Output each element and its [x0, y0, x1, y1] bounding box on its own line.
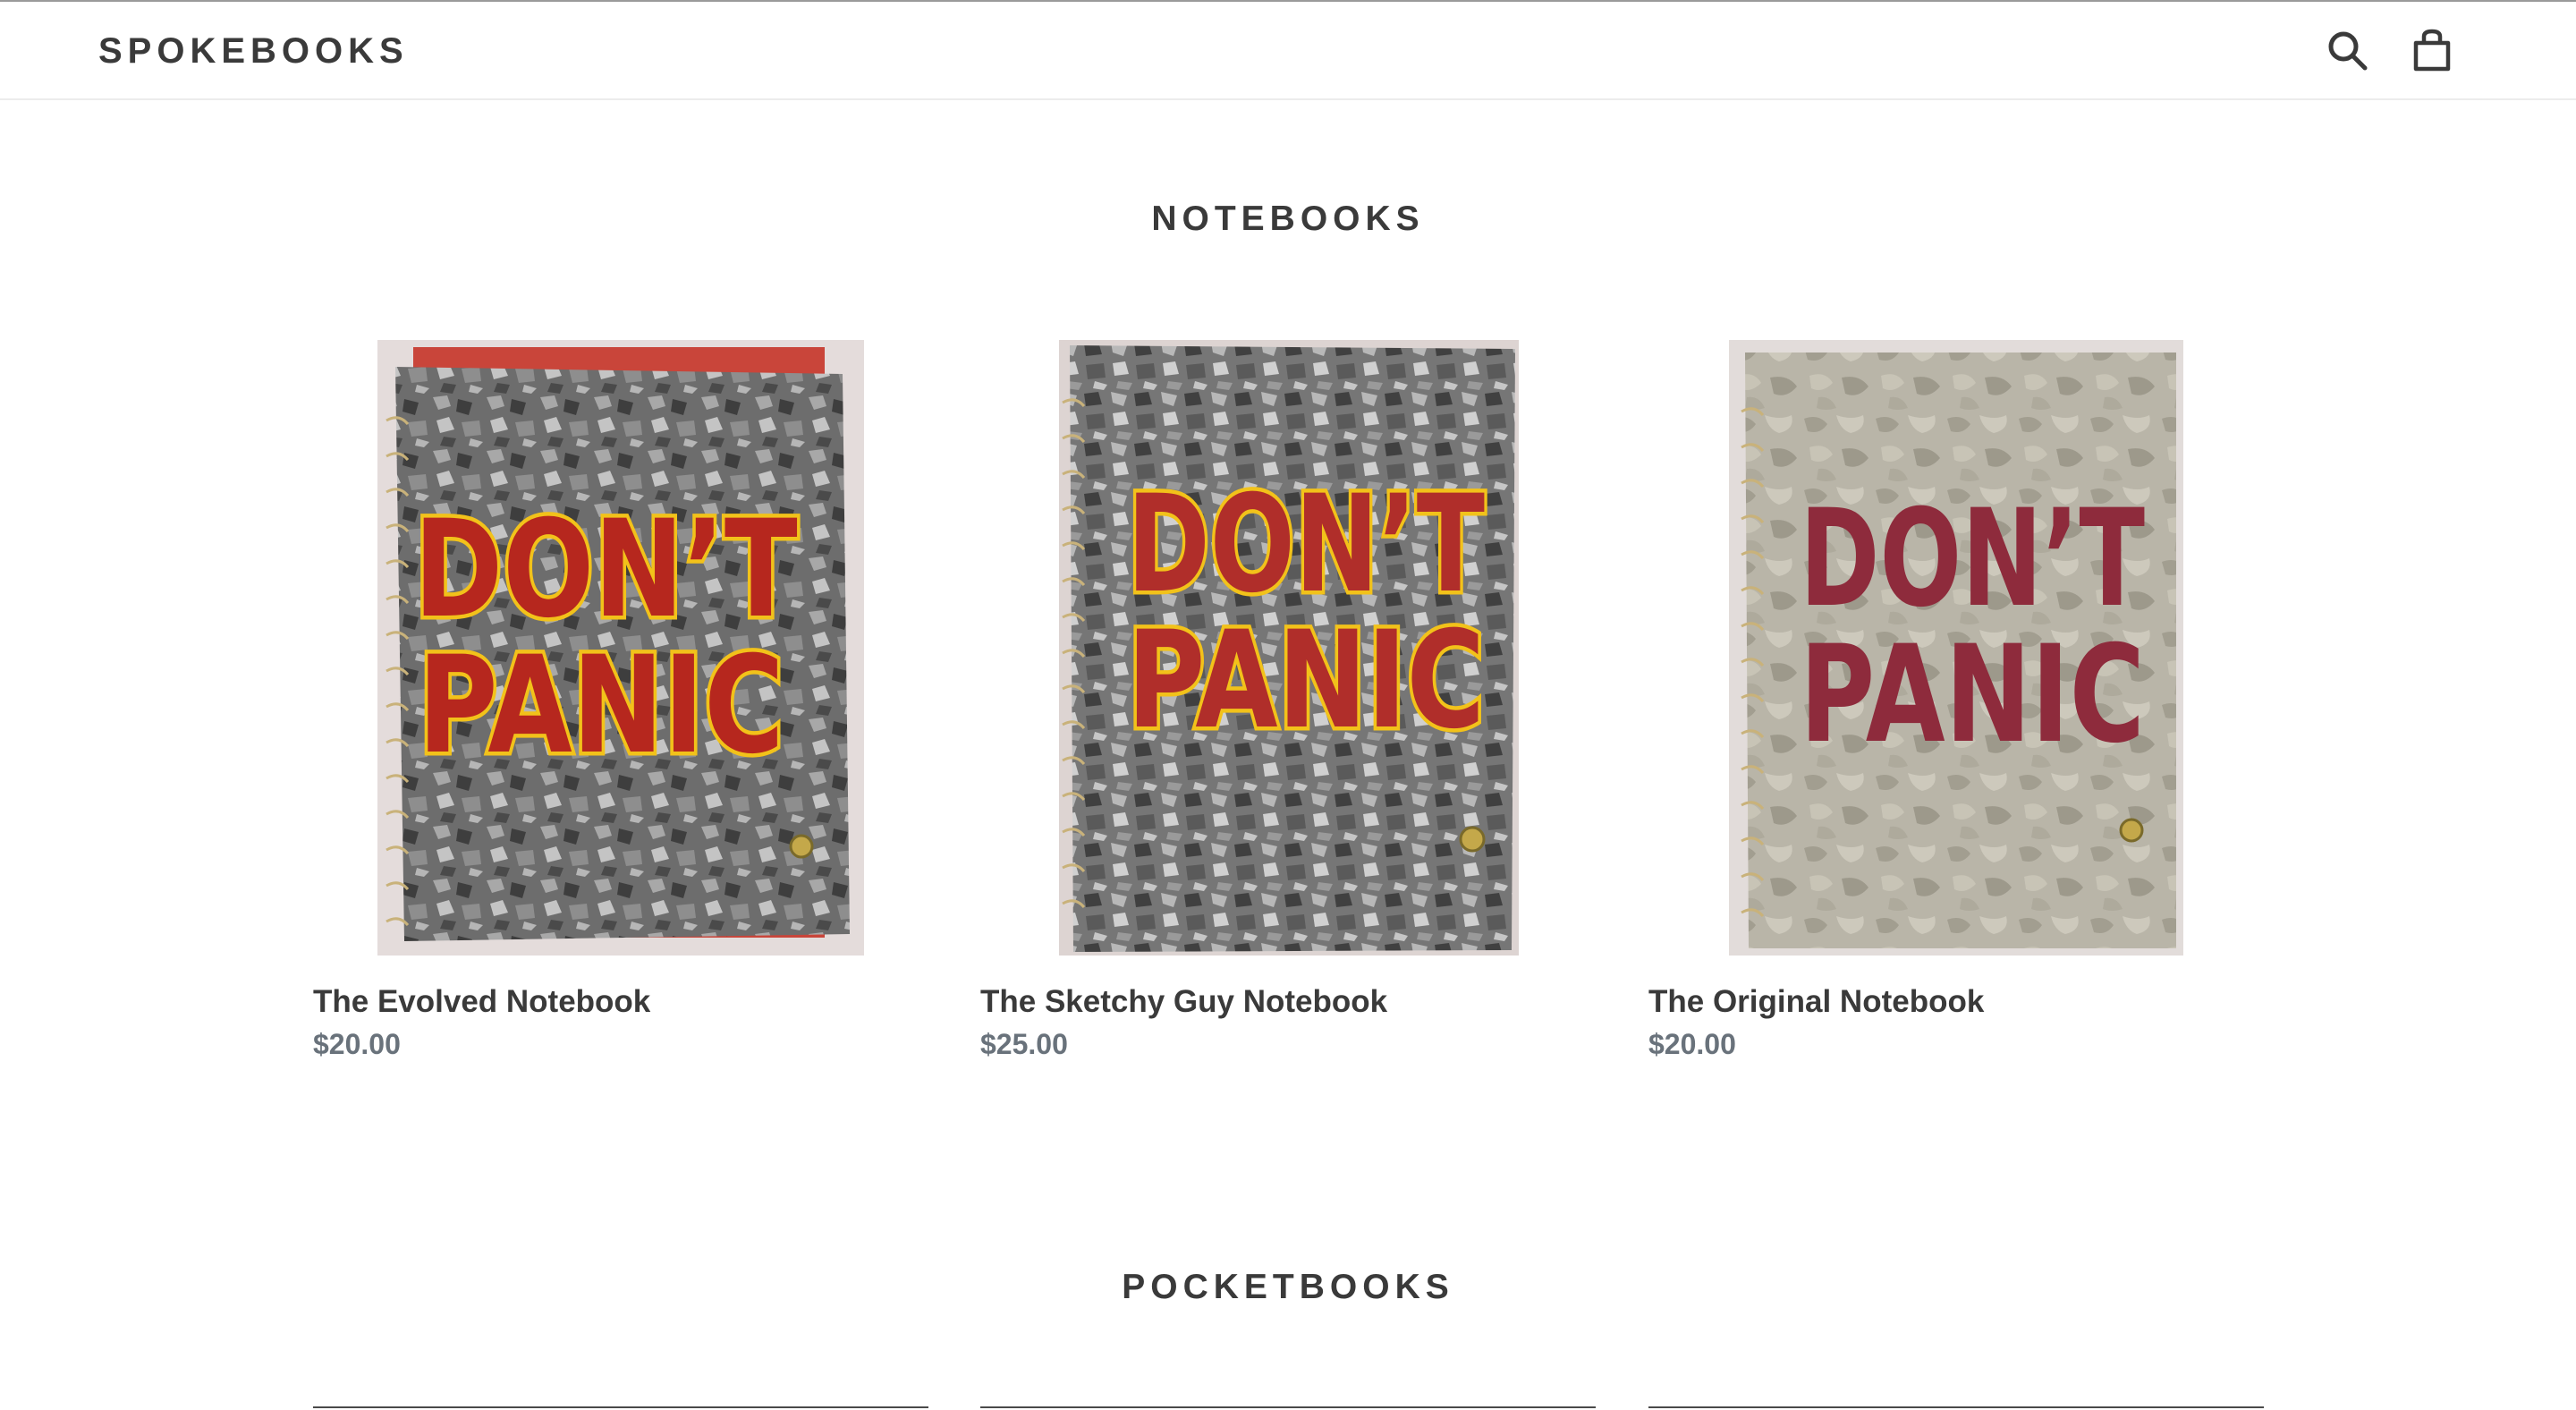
product-image[interactable]: DON’T PANIC — [1648, 338, 2266, 957]
cart-icon[interactable] — [2408, 27, 2456, 75]
svg-text:DON’T: DON’T — [1800, 481, 2145, 637]
notebook-cover-image: DON’T PANIC — [377, 340, 864, 956]
svg-text:PANIC: PANIC — [1800, 617, 2145, 773]
pocketbook-card-top-edge[interactable] — [1648, 1406, 2264, 1408]
product-card-original[interactable]: DON’T PANIC The Original Notebook $20.00 — [1648, 338, 2266, 1072]
product-price: $25.00 — [980, 1028, 1068, 1060]
product-title[interactable]: The Original Notebook — [1648, 982, 1984, 1022]
product-title[interactable]: The Sketchy Guy Notebook — [980, 982, 1387, 1022]
product-image[interactable]: DON’T PANIC — [313, 338, 930, 957]
product-card-sketchy-guy[interactable]: DON’T PANIC The Sketchy Guy Notebook $25… — [980, 338, 1597, 1072]
section-title-pocketbooks: POCKETBOOKS — [1122, 1268, 1454, 1306]
svg-text:DON’T: DON’T — [1127, 467, 1485, 623]
product-title[interactable]: The Evolved Notebook — [313, 982, 650, 1022]
search-icon[interactable] — [2324, 27, 2372, 75]
product-card-evolved[interactable]: DON’T PANIC The Evolved Notebook $20.00 — [313, 338, 930, 1072]
svg-text:PANIC: PANIC — [418, 628, 784, 785]
product-price: $20.00 — [1648, 1028, 1736, 1060]
pocketbook-card-top-edge[interactable] — [313, 1406, 928, 1408]
svg-text:PANIC: PANIC — [1127, 603, 1485, 759]
cover-text: DON’T — [414, 492, 798, 648]
notebook-cover-image: DON’T PANIC — [1729, 340, 2183, 956]
site-logo[interactable]: SPOKEBOOKS — [98, 29, 409, 73]
site-header: SPOKEBOOKS — [0, 2, 2576, 100]
product-price: $20.00 — [313, 1028, 401, 1060]
notebook-cover-image: DON’T PANIC — [1059, 340, 1519, 956]
product-image[interactable]: DON’T PANIC — [980, 338, 1597, 957]
section-title-notebooks: NOTEBOOKS — [1151, 200, 1425, 238]
pocketbook-card-top-edge[interactable] — [980, 1406, 1596, 1408]
